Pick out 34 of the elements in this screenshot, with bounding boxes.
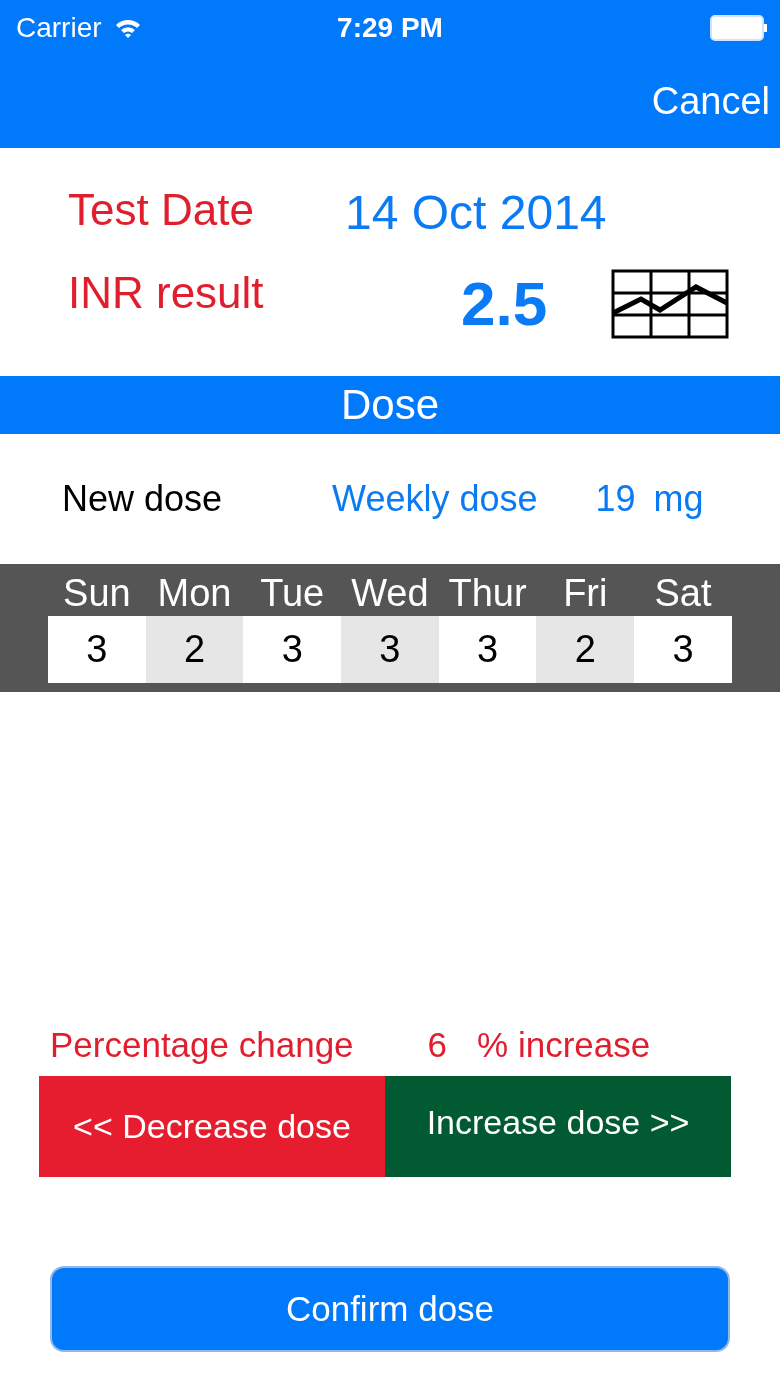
day-label: Mon [156, 571, 233, 616]
dose-unit: mg [653, 478, 704, 520]
inr-result-label: INR result [68, 268, 265, 319]
clock-time: 7:29 PM [337, 11, 443, 44]
weekly-dose-value: 19 [595, 478, 636, 520]
new-dose-label: New dose [62, 478, 223, 520]
test-date-value[interactable]: 14 Oct 2014 [345, 185, 780, 240]
cancel-button[interactable]: Cancel [651, 80, 770, 123]
day-dose-cell[interactable]: 3 [341, 616, 439, 683]
day-dose-cell[interactable]: 2 [536, 616, 635, 683]
battery-icon [710, 14, 768, 41]
day-label: Sun [62, 571, 132, 616]
day-dose-cell[interactable]: 3 [438, 616, 537, 683]
decrease-dose-button[interactable]: << Decrease dose [39, 1076, 385, 1177]
day-dose-cell[interactable]: 3 [243, 616, 342, 683]
test-date-label: Test Date [68, 185, 255, 236]
day-dose-cell[interactable]: 3 [634, 616, 732, 683]
increase-dose-button[interactable]: Increase dose >> [385, 1076, 731, 1177]
day-label: Wed [350, 571, 430, 616]
inr-result-value: 2.5 [461, 268, 548, 339]
percentage-change-suffix: % increase [477, 1025, 651, 1065]
day-dose-cell[interactable]: 2 [145, 616, 244, 683]
day-label: Thur [447, 571, 528, 616]
day-label: Fri [562, 571, 609, 616]
line-chart-icon[interactable] [611, 268, 730, 339]
confirm-dose-button[interactable]: Confirm dose [50, 1266, 730, 1352]
percentage-change-label: Percentage change [50, 1025, 354, 1065]
day-label: Sat [653, 571, 713, 616]
day-label: Tue [259, 571, 326, 616]
section-header: Dose [0, 376, 780, 434]
carrier-label: Carrier [16, 11, 102, 44]
percentage-change-value: 6 [427, 1025, 448, 1065]
day-dose-cell[interactable]: 3 [48, 616, 146, 683]
weekly-dose-label: Weekly dose [332, 478, 538, 520]
